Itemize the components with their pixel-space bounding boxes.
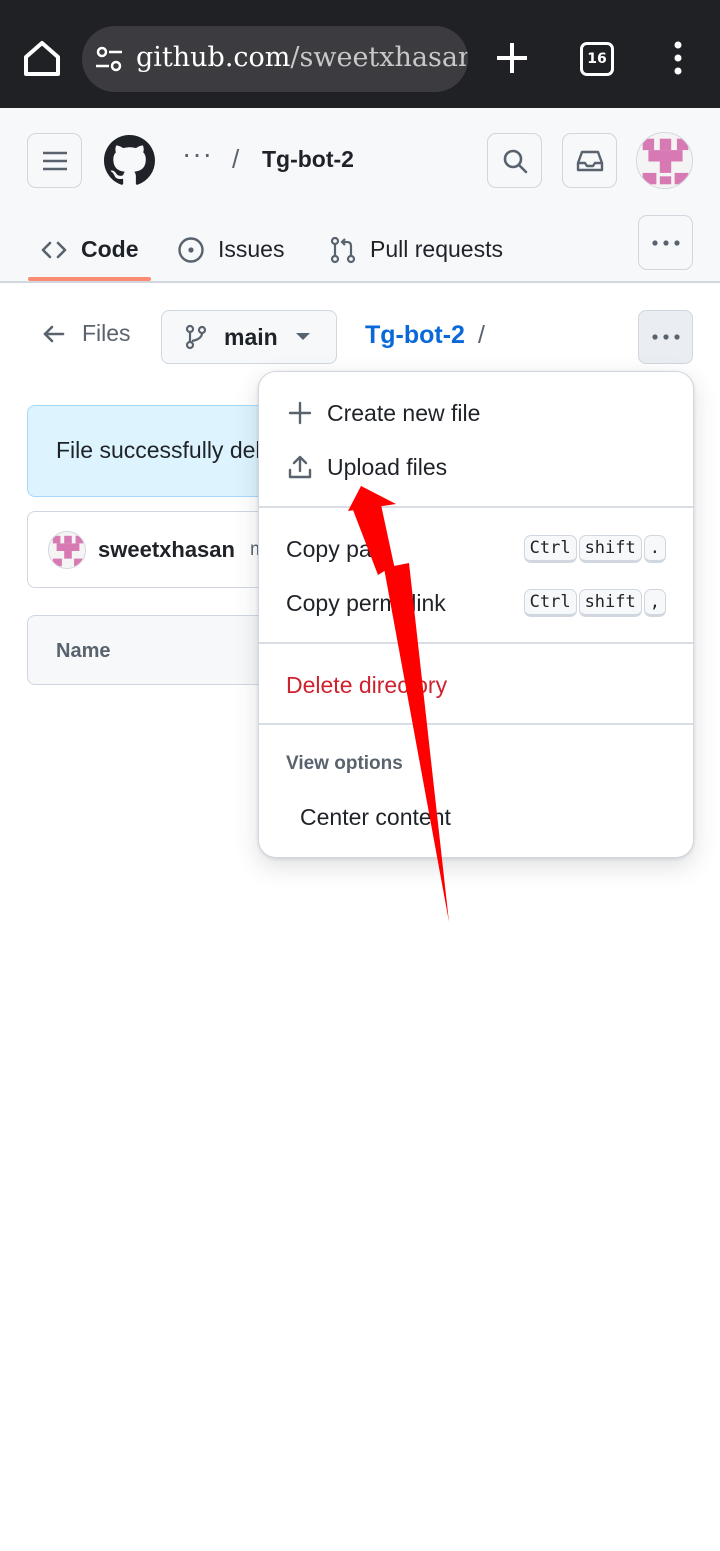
tab-count: 16 xyxy=(587,51,607,67)
menu-item-upload-files[interactable]: Upload files xyxy=(259,441,693,493)
menu-item-create-new-file[interactable]: Create new file xyxy=(259,387,693,439)
url-path: /sweetxhasan/Tg-bot-2 xyxy=(290,42,468,73)
repo-title[interactable]: Tg-bot-2 xyxy=(262,146,354,173)
menu-item-label: Center content xyxy=(300,803,451,830)
tab-issues-label: Issues xyxy=(218,236,285,262)
more-options-menu: Create new file Upload files Copy path C… xyxy=(258,371,694,858)
tabs-icon[interactable]: 16 xyxy=(580,42,614,76)
kbd-key: , xyxy=(643,589,666,617)
commit-avatar[interactable] xyxy=(48,531,86,569)
repo-root-link[interactable]: Tg-bot-2 xyxy=(365,321,465,350)
breadcrumb-separator: / xyxy=(232,144,240,174)
files-back-button[interactable]: Files xyxy=(42,320,131,347)
identicon xyxy=(49,532,85,568)
inbox-button[interactable] xyxy=(562,133,617,188)
menu-item-delete-directory[interactable]: Delete directory xyxy=(259,659,693,711)
menu-item-center-content[interactable]: Center content xyxy=(259,791,693,843)
keyboard-shortcut: Ctrl shift , xyxy=(523,589,666,617)
upload-icon xyxy=(288,455,312,479)
kbd-key: . xyxy=(643,535,666,563)
menu-item-label: Upload files xyxy=(327,453,448,480)
chevron-down-icon xyxy=(296,333,310,340)
menu-item-label: Create new file xyxy=(327,399,481,426)
github-logo-icon[interactable] xyxy=(104,135,155,186)
menu-group-heading: View options xyxy=(286,753,403,774)
files-back-label: Files xyxy=(82,320,131,346)
kbd-key: Ctrl xyxy=(523,589,577,617)
menu-item-label: Delete directory xyxy=(286,671,448,698)
menu-item-copy-path[interactable]: Copy path Ctrl shift . xyxy=(259,523,693,575)
tabs-overflow-button[interactable] xyxy=(638,215,693,270)
browser-toolbar: github.com/sweetxhasan/Tg-bot-2 16 xyxy=(0,0,720,108)
menu-item-copy-permalink[interactable]: Copy permalink Ctrl shift , xyxy=(259,577,693,629)
tune-icon[interactable] xyxy=(94,45,124,73)
inbox-icon xyxy=(576,150,603,171)
kebab-horizontal-icon xyxy=(651,334,680,340)
active-tab-indicator xyxy=(28,277,151,281)
url-text: github.com/sweetxhasan/Tg-bot-2 xyxy=(136,42,468,73)
address-bar[interactable]: github.com/sweetxhasan/Tg-bot-2 xyxy=(82,26,468,92)
kbd-key: Ctrl xyxy=(523,535,577,563)
arrow-left-icon xyxy=(43,325,65,342)
menu-item-label: Copy permalink xyxy=(286,589,446,616)
plus-icon[interactable] xyxy=(492,38,532,78)
plus-icon xyxy=(288,401,312,425)
tab-pull-requests[interactable]: Pull requests xyxy=(329,216,503,283)
user-avatar[interactable] xyxy=(636,132,693,189)
code-icon xyxy=(41,241,67,258)
menu-divider xyxy=(259,723,693,725)
kbd-key: shift xyxy=(578,535,642,563)
menu-divider xyxy=(259,506,693,508)
column-name-header: Name xyxy=(56,640,111,662)
kebab-icon[interactable] xyxy=(664,38,692,78)
search-button[interactable] xyxy=(487,133,542,188)
search-icon xyxy=(503,149,527,173)
git-branch-icon xyxy=(185,324,207,350)
repo-header: ··· / Tg-bot-2 Code Issues Pull requests xyxy=(0,108,720,283)
identicon xyxy=(637,133,692,188)
branch-selector[interactable]: main xyxy=(161,310,337,364)
tab-code[interactable]: Code xyxy=(40,216,139,283)
path-separator: / xyxy=(478,321,485,349)
git-pull-request-icon xyxy=(330,236,356,263)
menu-divider xyxy=(259,642,693,644)
url-host: github.com xyxy=(136,42,291,73)
kbd-key: shift xyxy=(578,589,642,617)
keyboard-shortcut: Ctrl shift . xyxy=(523,535,666,563)
tab-code-label: Code xyxy=(81,236,139,262)
more-options-button[interactable] xyxy=(638,310,693,364)
home-icon[interactable] xyxy=(20,36,64,80)
issue-opened-icon xyxy=(178,236,204,263)
commit-author[interactable]: sweetxhasan xyxy=(98,537,235,563)
kebab-horizontal-icon xyxy=(651,239,680,246)
tab-issues[interactable]: Issues xyxy=(177,216,284,283)
repo-tabs: Code Issues Pull requests xyxy=(0,216,720,283)
hamburger-icon xyxy=(42,151,67,170)
tab-pull-requests-label: Pull requests xyxy=(370,236,503,262)
nav-menu-button[interactable] xyxy=(27,133,82,188)
menu-item-label: Copy path xyxy=(286,535,391,562)
breadcrumb-more[interactable]: ··· xyxy=(182,138,213,170)
branch-name: main xyxy=(224,323,278,350)
